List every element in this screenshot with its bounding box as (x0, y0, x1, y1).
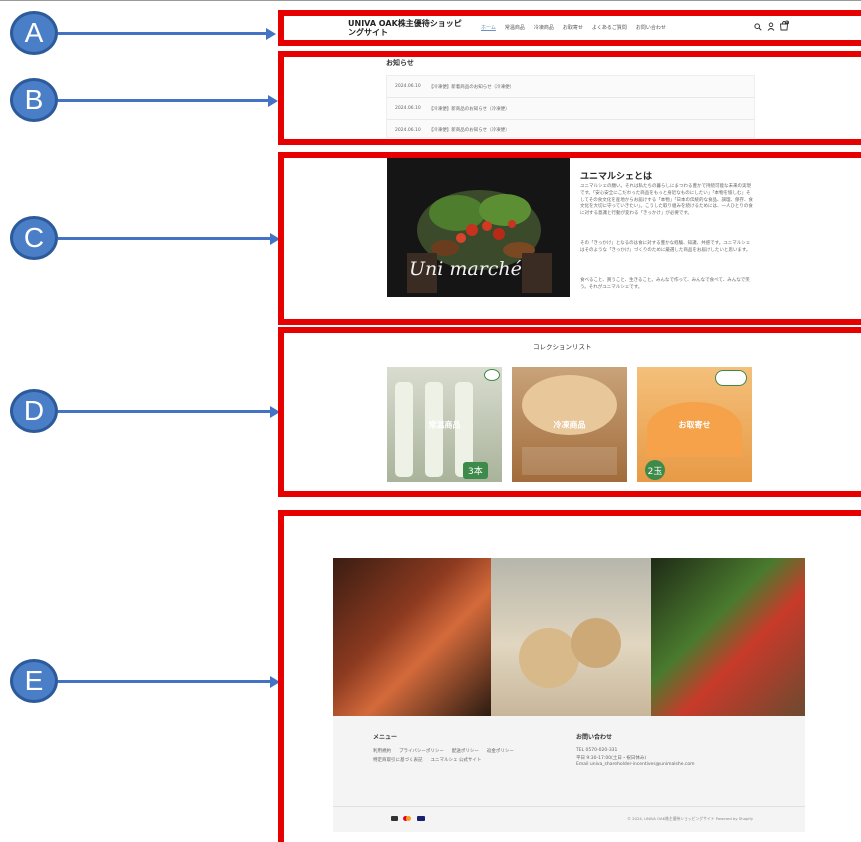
banner-meat (333, 558, 491, 716)
footer-contact-heading: お問い合わせ (576, 734, 613, 741)
caption-overlay (522, 447, 617, 475)
footer-banner (333, 558, 805, 716)
news-list: 2024.06.10 【冷凍便】新着商品のお知らせ（冷凍便） 2024.06.1… (386, 75, 755, 138)
copyright: © 2024, UNIVA OAK株主優待ショッピングサイト Powered b… (627, 816, 753, 821)
arrow-b (58, 99, 268, 102)
news-item[interactable]: 2024.06.10 【冷凍便】新商品のお知らせ（冷凍便） (387, 119, 754, 140)
collection-label: 冷凍商品 (553, 420, 586, 429)
cracker (571, 618, 621, 668)
callout-c: C (10, 216, 58, 260)
footer-link[interactable]: プライバシーポリシー (399, 748, 444, 754)
user-icon[interactable] (767, 22, 775, 31)
callout-d: D (10, 389, 58, 433)
news-date: 2024.06.10 (395, 106, 421, 111)
collection-card[interactable]: お取寄せ 2玉 (637, 367, 752, 482)
organic-icon (484, 369, 500, 381)
nav-frozen[interactable]: 冷凍商品 (534, 24, 554, 31)
footer-link[interactable]: 返金ポリシー (487, 748, 514, 754)
footer-link[interactable]: ユニマルシェ 公式サイト (431, 757, 482, 763)
callout-b: B (10, 78, 58, 122)
top-border (0, 0, 861, 1)
mastercard-icon (403, 816, 412, 821)
footer-contact-line: TEL 0570-020-331 (576, 748, 618, 753)
about-image: Uni marché (387, 158, 570, 297)
collection-badge: 3本 (463, 462, 488, 479)
arrow-d (58, 410, 270, 413)
news-heading: お知らせ (386, 59, 414, 67)
nav-order[interactable]: お取寄せ (563, 24, 583, 31)
footer-menu-heading: メニュー (373, 734, 398, 741)
footer-divider (333, 806, 805, 807)
collection-card[interactable]: 冷凍商品 (512, 367, 627, 482)
footer-link[interactable]: 配送ポリシー (452, 748, 479, 754)
cracker (519, 628, 579, 688)
site-title[interactable]: UNIVA OAK株主優待ショッピングサイト (348, 19, 466, 37)
visa-icon (417, 816, 425, 821)
news-text: 【冷凍便】新商品のお知らせ（冷凍便） (428, 128, 510, 133)
nav-faq[interactable]: よくあるご質問 (592, 24, 627, 31)
main-nav: ホーム 常温商品 冷凍商品 お取寄せ よくあるご質問 お問い合わせ (481, 24, 666, 31)
news-date: 2024.06.10 (395, 84, 421, 89)
footer: メニュー 利用規約 プライバシーポリシー 配送ポリシー 返金ポリシー 特定商取引… (333, 716, 805, 832)
collection-badge: 2玉 (645, 460, 665, 480)
cart-count: 0 (785, 19, 788, 24)
organic-icon (715, 370, 747, 386)
search-icon[interactable] (754, 23, 762, 31)
about-paragraph: その「きっかけ」となるのは食に対する豊かな経験、知識、共感です。ユニマルシェはそ… (580, 241, 751, 253)
arrowhead-a (266, 27, 276, 40)
news-date: 2024.06.10 (395, 127, 421, 133)
collection-label: 常温商品 (428, 420, 461, 429)
arrow-c (58, 237, 270, 240)
arrowhead-b (268, 94, 278, 107)
about-paragraph: 食べること、買うこと、生きること。みんなで作って、みんなで食べて、みんなで笑う。… (580, 278, 750, 290)
banner-crackers (491, 558, 651, 716)
collection-label: お取寄せ (678, 420, 711, 429)
footer-link[interactable]: 利用規約 (373, 748, 391, 754)
unimarche-logo-text: Uni marché (409, 258, 522, 280)
banner-salad (651, 558, 805, 716)
news-text: 【冷凍便】新商品のお知らせ（冷凍便） (428, 106, 510, 112)
arrow-a (58, 32, 266, 35)
callout-e: E (10, 659, 58, 703)
arrow-e (58, 680, 270, 683)
nav-home[interactable]: ホーム (481, 24, 496, 31)
footer-contact-line: Email univa_shareholder-incentives@unima… (576, 762, 695, 767)
news-item[interactable]: 2024.06.10 【冷凍便】新着商品のお知らせ（冷凍便） (387, 76, 754, 97)
about-heading: ユニマルシェとは (580, 172, 653, 182)
nav-ambient[interactable]: 常温商品 (505, 24, 525, 31)
footer-contact-line: 平日 9:30-17:00(土日・祝日休み) (576, 756, 647, 761)
callout-a: A (10, 11, 58, 55)
news-item[interactable]: 2024.06.10 【冷凍便】新商品のお知らせ（冷凍便） (387, 97, 754, 119)
collection-card[interactable]: 常温商品 3本 (387, 367, 502, 482)
news-text: 【冷凍便】新着商品のお知らせ（冷凍便） (428, 84, 515, 90)
about-paragraph: ユニマルシェの願い。それは私たちの暮らしにまつわる豊かで持続可能な未来の実現です… (580, 184, 753, 217)
nav-contact[interactable]: お問い合わせ (636, 24, 666, 31)
collections-heading: コレクションリスト (533, 343, 592, 351)
card-icon (391, 816, 398, 821)
footer-menu: 利用規約 プライバシーポリシー 配送ポリシー 返金ポリシー 特定商取引に基づく表… (373, 748, 563, 763)
footer-link[interactable]: 特定商取引に基づく表記 (373, 757, 423, 763)
